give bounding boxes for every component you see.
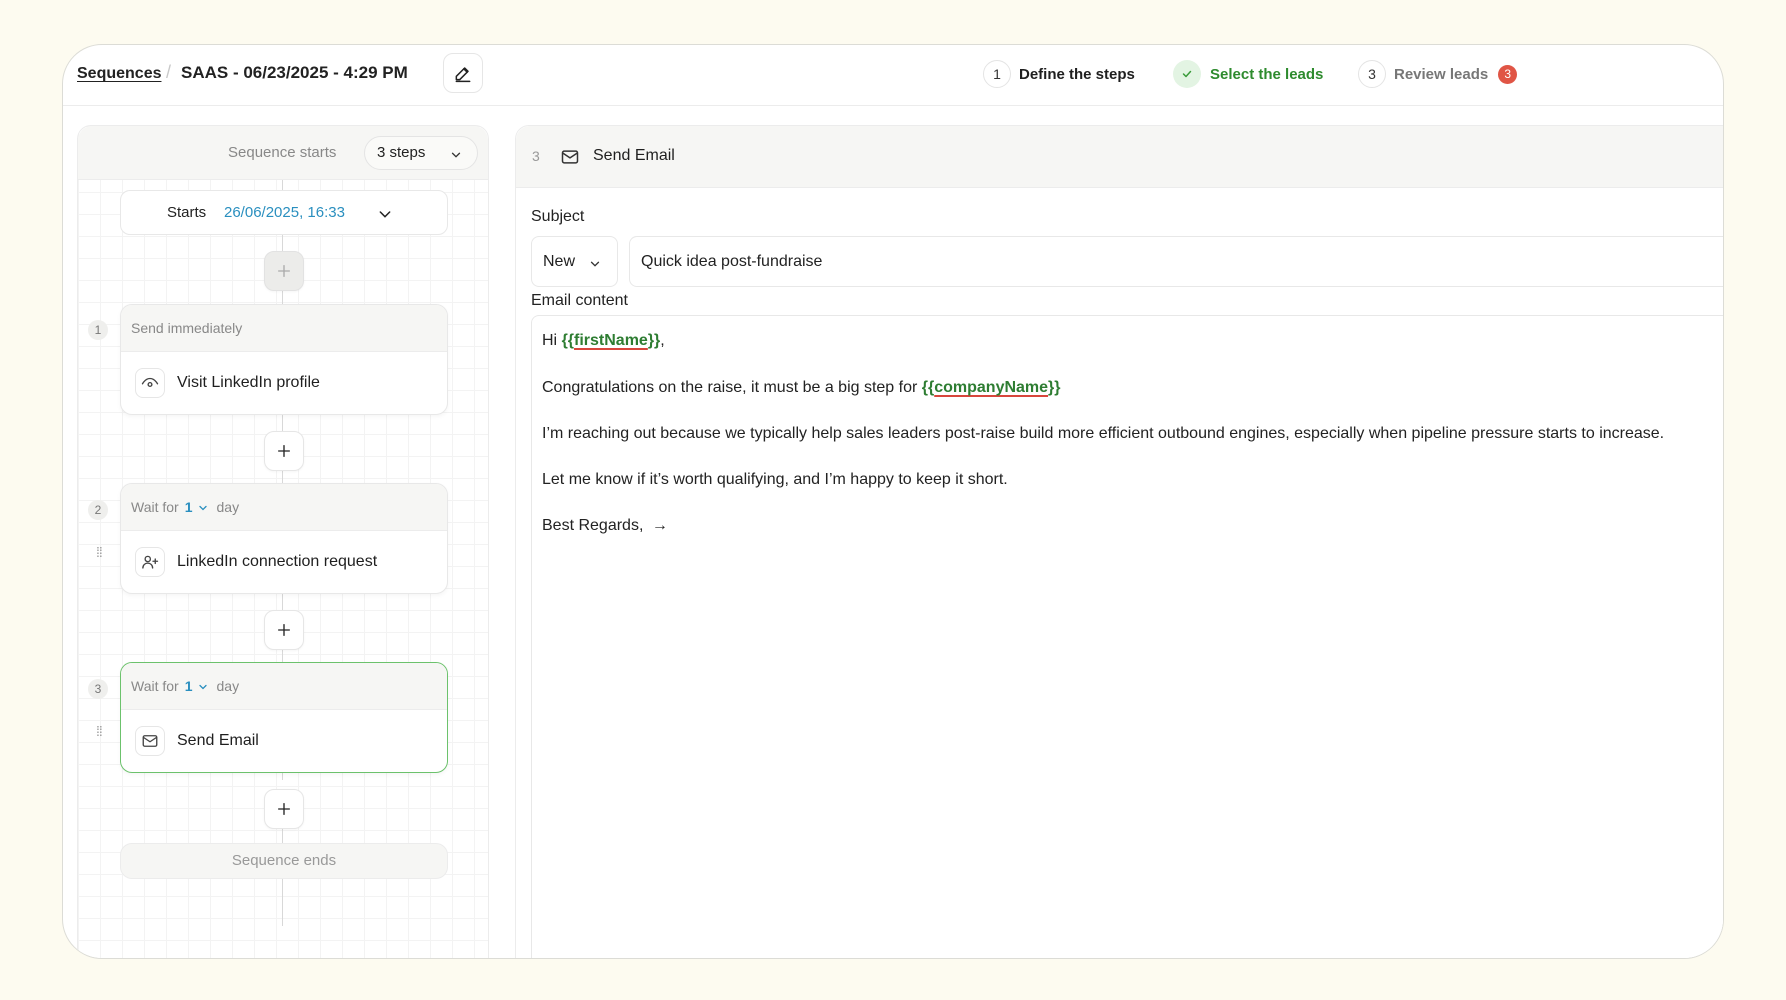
var-brace: {{ xyxy=(561,332,575,349)
steps-dropdown-value: 3 steps xyxy=(377,144,426,161)
greeting-text: Hi xyxy=(542,332,562,349)
signoff-text: Best Regards, xyxy=(542,517,644,534)
step-wait: Wait for 1 day xyxy=(121,484,447,531)
step-wait: Wait for 1 day xyxy=(121,663,447,710)
starts-value: 26/06/2025, 16:33 xyxy=(224,204,345,221)
step-action: Visit LinkedIn profile xyxy=(121,352,447,414)
add-step-button[interactable] xyxy=(264,431,304,471)
timing-label: Send immediately xyxy=(131,320,243,336)
subject-input[interactable] xyxy=(629,236,1723,287)
step-timing: Send immediately xyxy=(121,305,447,352)
chevron-down-icon xyxy=(590,261,600,267)
greeting-suffix: , xyxy=(660,332,665,349)
step-action-label: Visit LinkedIn profile xyxy=(177,374,320,391)
chevron-down-icon xyxy=(379,211,391,218)
step-index: 2 xyxy=(88,500,108,520)
start-date-picker[interactable]: Starts 26/06/2025, 16:33 xyxy=(120,190,448,235)
starts-label: Starts xyxy=(167,204,207,221)
top-bar: Sequences / SAAS - 06/23/2025 - 4:29 PM … xyxy=(63,45,1723,106)
chevron-down-icon[interactable] xyxy=(197,681,209,693)
step-index: 1 xyxy=(88,320,108,340)
arrow-right-icon: → xyxy=(651,517,668,534)
var-name: firstName xyxy=(574,332,648,349)
steps-dropdown[interactable]: 3 steps xyxy=(364,136,478,170)
app-window: Sequences / SAAS - 06/23/2025 - 4:29 PM … xyxy=(62,44,1724,959)
editor-title: Send Email xyxy=(593,147,675,164)
wait-label: Wait for xyxy=(131,499,179,515)
step-label: Define the steps xyxy=(1019,65,1135,83)
email-body-editor[interactable]: Hi {{firstName}}, Congratulations on the… xyxy=(531,315,1723,958)
sequence-step-card[interactable]: Wait for 1 day LinkedIn connection reque… xyxy=(120,483,448,594)
count-badge: 3 xyxy=(1498,64,1518,84)
chevron-down-icon xyxy=(451,152,461,158)
check-icon xyxy=(1173,60,1201,88)
sequence-step-card[interactable]: Send immediately Visit LinkedIn profile xyxy=(120,304,448,415)
step-select-leads[interactable]: Select the leads xyxy=(1173,59,1323,89)
mail-icon xyxy=(561,150,579,164)
breadcrumb-separator: / xyxy=(166,62,172,82)
drag-handle-icon[interactable]: ⁞⁞ xyxy=(96,545,108,559)
page-title: SAAS - 06/23/2025 - 4:29 PM xyxy=(181,63,408,82)
sequence-sidebar: Sequence starts 3 steps Starts 26/06/202… xyxy=(77,125,489,958)
editor-step-number: 3 xyxy=(532,148,540,164)
step-action: Send Email xyxy=(121,710,447,772)
congrats-text: Congratulations on the raise, it must be… xyxy=(542,379,922,396)
var-name: companyName xyxy=(934,379,1049,396)
plus-icon xyxy=(278,624,290,636)
step-review-leads[interactable]: 3 Review leads 3 xyxy=(1358,59,1518,89)
step-editor: 3 Send Email Subject New Email content H… xyxy=(515,125,1723,958)
email-line-closing: Let me know if it’s worth qualifying, an… xyxy=(542,471,1008,488)
var-brace: {{ xyxy=(921,379,935,396)
step-number: 3 xyxy=(1358,60,1386,88)
wait-label: Wait for xyxy=(131,678,179,694)
wait-unit: day xyxy=(216,678,240,694)
sequence-step-card-selected[interactable]: Wait for 1 day Send Email xyxy=(120,662,448,773)
drag-handle-icon[interactable]: ⁞⁞ xyxy=(96,724,108,738)
add-step-button[interactable] xyxy=(264,251,304,291)
add-step-button[interactable] xyxy=(264,610,304,650)
variable-company-name[interactable]: {{companyName}} xyxy=(922,379,1061,396)
email-line-body: I’m reaching out because we typically he… xyxy=(542,425,1665,442)
sequence-starts-label: Sequence starts xyxy=(228,144,337,161)
plus-icon xyxy=(278,445,290,457)
plus-icon xyxy=(278,803,290,815)
sidebar-header: Sequence starts 3 steps xyxy=(78,126,488,180)
step-define[interactable]: 1 Define the steps xyxy=(983,59,1135,89)
step-action: LinkedIn connection request xyxy=(121,531,447,593)
step-label: Select the leads xyxy=(1210,65,1324,83)
email-line-congrats: Congratulations on the raise, it must be… xyxy=(542,379,1061,397)
pencil-icon xyxy=(455,67,471,83)
subject-mode-dropdown[interactable]: New xyxy=(531,236,618,287)
user-plus-icon xyxy=(135,547,165,577)
step-index: 3 xyxy=(88,679,108,699)
step-action-label: LinkedIn connection request xyxy=(177,553,378,570)
var-brace: }} xyxy=(647,332,661,349)
editor-header: 3 Send Email xyxy=(516,126,1723,188)
edit-title-button[interactable] xyxy=(443,53,483,93)
step-action-label: Send Email xyxy=(177,732,259,749)
sequence-ends: Sequence ends xyxy=(120,843,448,879)
breadcrumb-sequences[interactable]: Sequences xyxy=(77,65,161,83)
wait-value-select[interactable]: 1 xyxy=(185,678,193,694)
email-line-greeting: Hi {{firstName}}, xyxy=(542,332,665,350)
wait-unit: day xyxy=(216,499,240,515)
email-line-signoff: Best Regards, → xyxy=(542,517,668,535)
wait-value-select[interactable]: 1 xyxy=(185,499,193,515)
email-content-label: Email content xyxy=(531,292,628,309)
mail-icon xyxy=(135,726,165,756)
subject-mode-value: New xyxy=(543,253,576,270)
eye-icon xyxy=(135,368,165,398)
add-step-button[interactable] xyxy=(264,789,304,829)
step-number: 1 xyxy=(983,60,1011,88)
var-brace: }} xyxy=(1048,379,1061,396)
variable-first-name[interactable]: {{firstName}} xyxy=(562,332,661,349)
subject-label: Subject xyxy=(531,208,585,225)
step-label: Review leads xyxy=(1394,65,1489,83)
plus-icon xyxy=(278,265,290,277)
chevron-down-icon[interactable] xyxy=(197,502,209,514)
